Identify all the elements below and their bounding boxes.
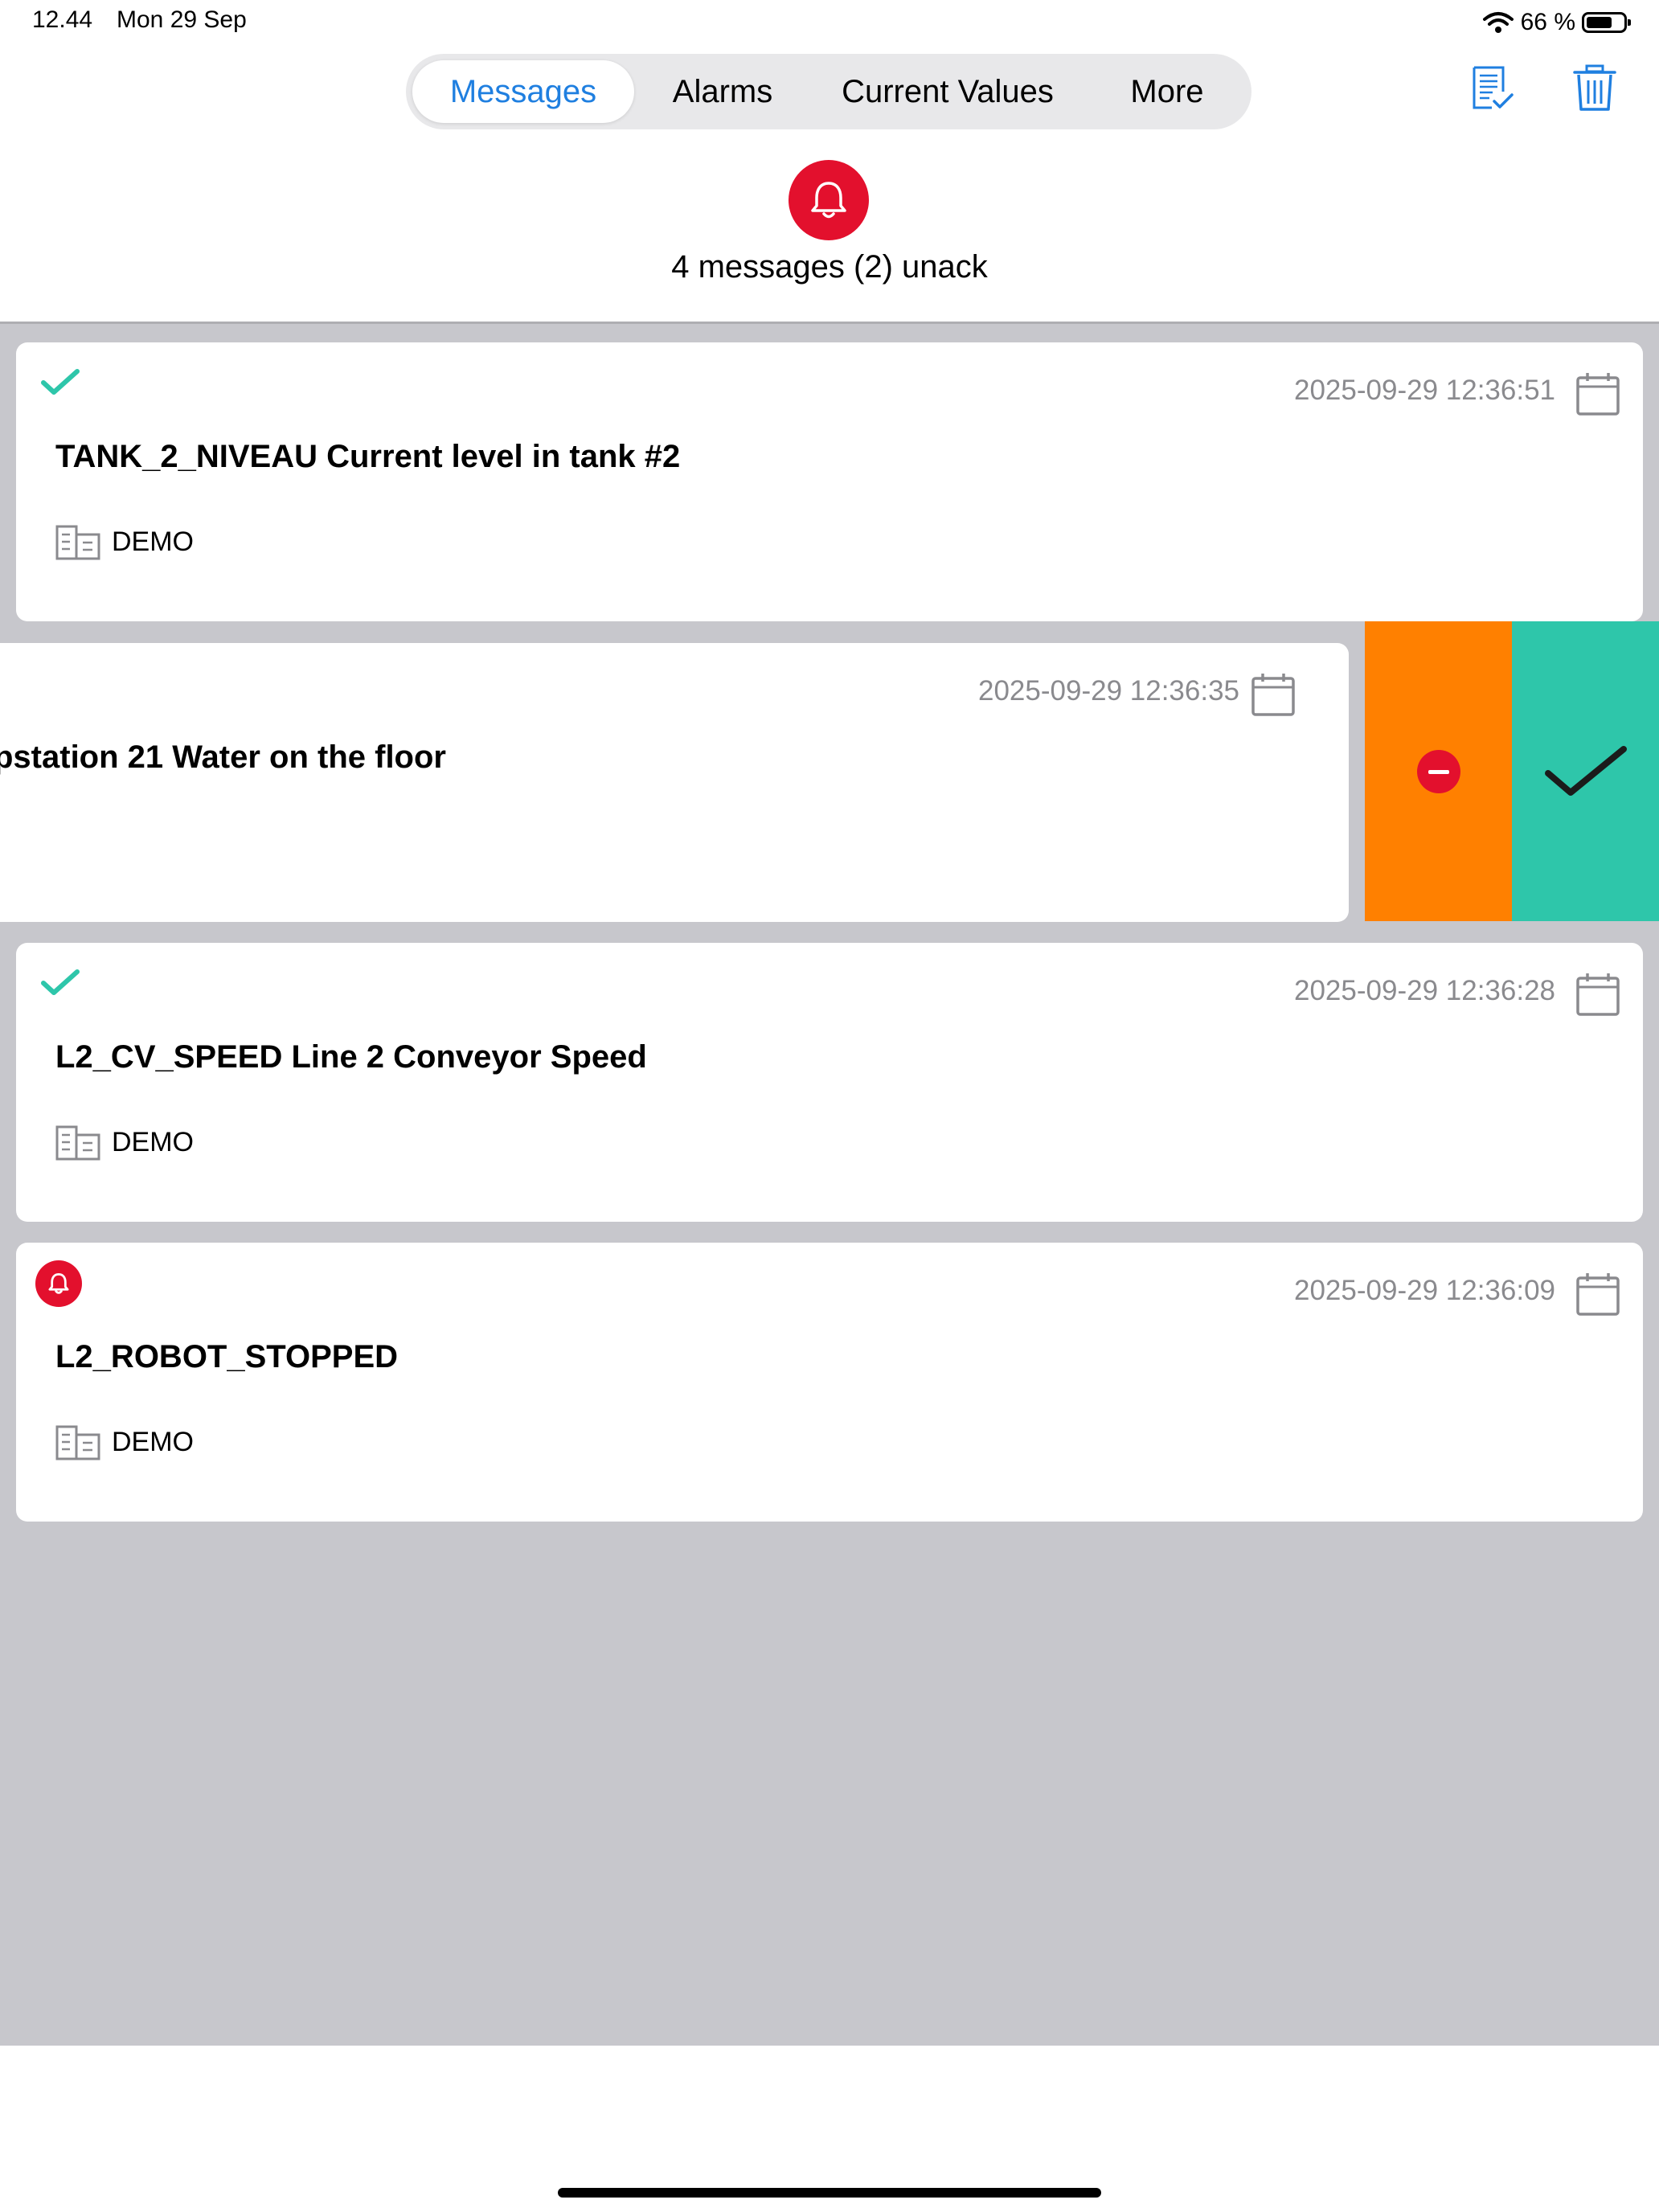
site-name: DEMO (112, 1126, 194, 1157)
battery-icon (1582, 12, 1631, 33)
calendar-icon (1576, 1273, 1620, 1316)
message-timestamp: 2025-09-29 12:36:51 (1294, 375, 1555, 406)
battery-percent: 66 % (1520, 9, 1575, 35)
check-icon (41, 969, 80, 995)
bell-icon (48, 1272, 69, 1294)
trash-icon[interactable] (1571, 64, 1619, 113)
bell-icon (811, 182, 846, 219)
message-summary: 4 messages (2) unack (671, 249, 988, 285)
check-icon (41, 369, 80, 395)
message-site: DEMO (55, 521, 194, 563)
status-right: 66 % (1482, 6, 1631, 39)
status-time: 12.44 (32, 6, 93, 33)
message-site: DEMO (55, 1421, 194, 1463)
header-bell (789, 160, 869, 240)
status-date: Mon 29 Sep (117, 6, 247, 33)
minus-circle-icon (1416, 749, 1460, 793)
home-indicator[interactable] (558, 2188, 1101, 2198)
acknowledge-list-icon[interactable] (1468, 64, 1516, 113)
calendar-icon (1576, 973, 1620, 1016)
tab-alarms[interactable]: Alarms (639, 60, 806, 123)
message-card[interactable]: 2025-09-29 12:36:09 L2_ROBOT_STOPPED DEM… (16, 1243, 1643, 1522)
site-name: DEMO (112, 526, 194, 557)
building-icon (55, 525, 100, 560)
message-timestamp: 2025-09-29 12:36:35 (978, 675, 1239, 707)
message-timestamp: 2025-09-29 12:36:09 (1294, 1275, 1555, 1306)
tab-messages[interactable]: Messages (412, 60, 634, 123)
swipe-acknowledge-button[interactable] (1512, 621, 1659, 921)
tab-current-values[interactable]: Current Values (811, 60, 1084, 123)
building-icon (55, 1425, 100, 1460)
list-divider (0, 322, 1659, 324)
unack-badge (35, 1260, 82, 1307)
site-name: DEMO (112, 1426, 194, 1457)
tab-more[interactable]: More (1089, 60, 1245, 123)
message-title: L2_ROBOT_STOPPED (55, 1339, 399, 1374)
message-timestamp: 2025-09-29 12:36:28 (1294, 975, 1555, 1006)
message-title: TANK_2_NIVEAU Current level in tank #2 (55, 439, 681, 474)
message-list: 2025-09-29 12:36:51 TANK_2_NIVEAU Curren… (0, 322, 1659, 2046)
message-site: DEMO (55, 1121, 194, 1163)
message-title: pstation 21 Water on the floor (0, 739, 446, 775)
message-card[interactable]: 2025-09-29 12:36:51 TANK_2_NIVEAU Curren… (16, 342, 1643, 621)
calendar-icon (1576, 373, 1620, 416)
wifi-icon (1482, 12, 1514, 33)
checkmark-icon (1544, 745, 1627, 796)
message-card-swiped[interactable]: 2025-09-29 12:36:35 pstation 21 Water on… (0, 643, 1349, 922)
message-title: L2_CV_SPEED Line 2 Conveyor Speed (55, 1039, 647, 1075)
building-icon (55, 1125, 100, 1161)
segmented-control: Messages Alarms Current Values More (406, 54, 1251, 129)
status-bar: 12.44 Mon 29 Sep 66 % (0, 0, 1659, 42)
swipe-remove-button[interactable] (1365, 621, 1512, 921)
message-card[interactable]: 2025-09-29 12:36:28 L2_CV_SPEED Line 2 C… (16, 943, 1643, 1222)
calendar-icon (1251, 674, 1295, 716)
